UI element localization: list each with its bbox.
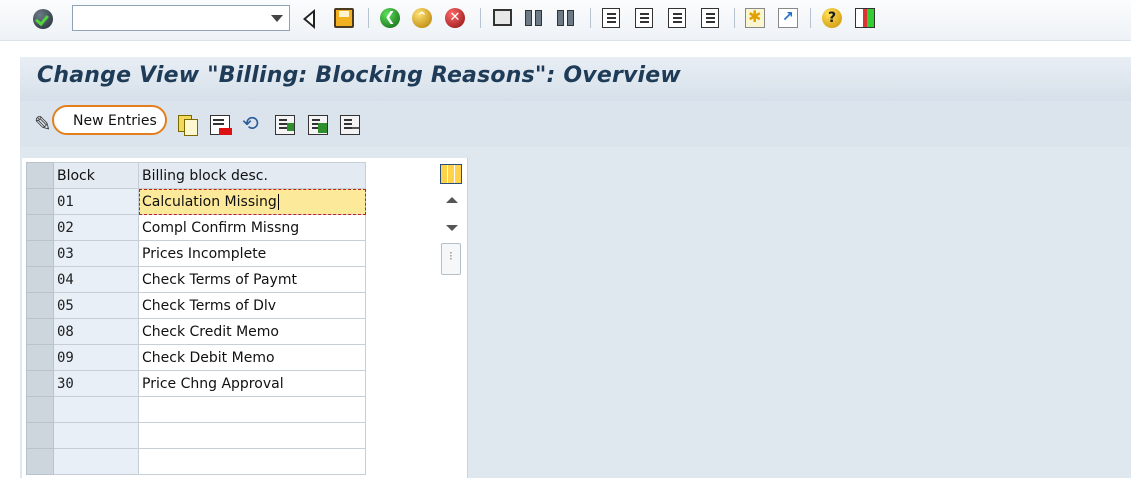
desc-cell[interactable]: Check Debit Memo	[138, 344, 366, 371]
vertical-scrollbar[interactable]	[441, 189, 462, 289]
new-session-icon[interactable]	[745, 7, 765, 28]
save-icon[interactable]	[334, 8, 354, 28]
column-header-billing-block-desc[interactable]: Billing block desc.	[138, 162, 366, 189]
desc-cell[interactable]: Check Credit Memo	[138, 318, 366, 345]
row-selector[interactable]	[26, 214, 54, 241]
next-page-icon[interactable]	[668, 8, 686, 28]
deselect-all-icon[interactable]	[340, 115, 360, 135]
empty-desc-cell	[138, 448, 366, 475]
toolbar-separator	[480, 8, 481, 28]
find-icon[interactable]	[524, 8, 544, 28]
desc-cell-text: Calculation Missing	[142, 193, 277, 210]
row-selector[interactable]	[26, 292, 54, 319]
cancel-icon[interactable]: ✕	[445, 8, 465, 28]
block-cell: 08	[53, 318, 139, 345]
empty-block-cell	[53, 422, 139, 449]
row-selector[interactable]	[26, 240, 54, 267]
block-cell: 04	[53, 266, 139, 293]
text-cursor	[277, 193, 279, 210]
table-row: 08 Check Credit Memo	[26, 318, 366, 345]
empty-table-row	[26, 396, 366, 423]
row-selector[interactable]	[26, 448, 54, 475]
command-dropdown-icon[interactable]	[271, 15, 283, 22]
back-icon[interactable]: ❮	[380, 8, 400, 28]
toolbar-separator	[734, 8, 735, 28]
table-row: 03 Prices Incomplete	[26, 240, 366, 267]
exit-icon[interactable]: ⌃	[412, 8, 432, 28]
enter-icon[interactable]	[33, 9, 53, 29]
page-title: Change View "Billing: Blocking Reasons":…	[37, 63, 681, 88]
scroll-thumb[interactable]	[441, 243, 461, 275]
desc-cell[interactable]: Calculation Missing	[138, 188, 366, 215]
block-cell: 09	[53, 344, 139, 371]
row-selector[interactable]	[26, 396, 54, 423]
table-settings-icon[interactable]	[440, 164, 462, 184]
table-row: 05 Check Terms of Dlv	[26, 292, 366, 319]
table-row: 01 Calculation Missing	[26, 188, 366, 215]
toolbar-separator	[810, 8, 811, 28]
select-block-icon[interactable]	[308, 115, 328, 135]
block-cell: 01	[53, 188, 139, 215]
blocking-reasons-table: Block Billing block desc. 01 Calculation…	[26, 162, 366, 475]
block-cell: 02	[53, 214, 139, 241]
desc-cell[interactable]: Compl Confirm Missng	[138, 214, 366, 241]
toolbar-separator	[368, 8, 369, 28]
last-page-icon[interactable]	[701, 8, 719, 28]
desc-cell[interactable]: Price Chng Approval	[138, 370, 366, 397]
block-cell: 30	[53, 370, 139, 397]
new-entries-button[interactable]: New Entries	[52, 105, 167, 135]
layout-menu-icon[interactable]	[855, 8, 875, 28]
first-page-icon[interactable]	[602, 8, 620, 28]
table-row: 02 Compl Confirm Missng	[26, 214, 366, 241]
table-row: 30 Price Chng Approval	[26, 370, 366, 397]
table-row: 04 Check Terms of Paymt	[26, 266, 366, 293]
row-selector[interactable]	[26, 188, 54, 215]
empty-desc-cell	[138, 396, 366, 423]
block-cell: 03	[53, 240, 139, 267]
back-triangle-icon[interactable]	[303, 9, 315, 29]
find-next-icon[interactable]	[556, 8, 576, 28]
undo-change-icon[interactable]	[242, 111, 262, 135]
scroll-up-icon[interactable]	[446, 197, 458, 203]
empty-block-cell	[53, 396, 139, 423]
system-toolbar: ❮ ⌃ ✕ ?	[0, 0, 1131, 41]
previous-page-icon[interactable]	[635, 8, 653, 28]
row-selector[interactable]	[26, 344, 54, 371]
help-icon[interactable]: ?	[822, 8, 842, 28]
delete-icon[interactable]	[210, 115, 232, 135]
empty-table-row	[26, 422, 366, 449]
select-all-icon[interactable]	[275, 115, 295, 135]
row-selector[interactable]	[26, 370, 54, 397]
column-header-block[interactable]: Block	[53, 162, 139, 189]
scroll-down-icon[interactable]	[446, 225, 458, 231]
title-bar: Change View "Billing: Blocking Reasons":…	[20, 57, 1131, 102]
copy-as-icon[interactable]	[178, 115, 198, 136]
row-selector[interactable]	[26, 266, 54, 293]
select-all-rows-button[interactable]	[26, 162, 54, 189]
desc-cell[interactable]: Prices Incomplete	[138, 240, 366, 267]
empty-block-cell	[53, 448, 139, 475]
print-icon[interactable]	[493, 9, 512, 26]
table-header-row: Block Billing block desc.	[26, 162, 366, 189]
command-field[interactable]	[72, 5, 290, 31]
shortcut-icon[interactable]	[778, 8, 798, 28]
table-row: 09 Check Debit Memo	[26, 344, 366, 371]
desc-cell[interactable]: Check Terms of Dlv	[138, 292, 366, 319]
empty-table-row	[26, 448, 366, 475]
block-cell: 05	[53, 292, 139, 319]
desc-cell[interactable]: Check Terms of Paymt	[138, 266, 366, 293]
new-entries-label: New Entries	[73, 113, 157, 129]
toolbar-separator	[590, 8, 591, 28]
row-selector[interactable]	[26, 422, 54, 449]
empty-desc-cell	[138, 422, 366, 449]
row-selector[interactable]	[26, 318, 54, 345]
